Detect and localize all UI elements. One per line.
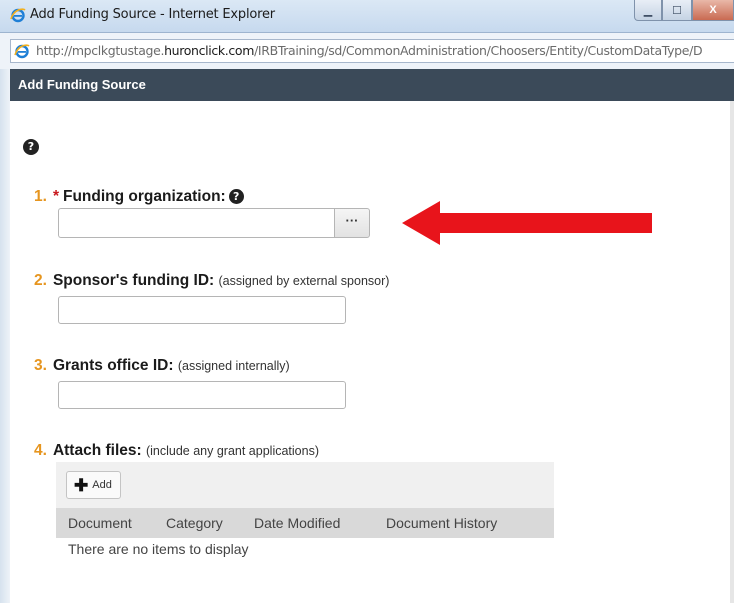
question-number: 2. <box>34 272 47 289</box>
question-sponsor-funding-id: 2. Sponsor's funding ID: (assigned by ext… <box>34 272 389 290</box>
dialog-title: Add Funding Source <box>18 77 146 92</box>
question-number: 4. <box>34 442 47 459</box>
question-note: (assigned by external sponsor) <box>218 274 390 288</box>
column-header-category[interactable]: Category <box>166 515 223 531</box>
url-domain: huronclick.com <box>164 43 255 58</box>
window-title-bar: Add Funding Source - Internet Explorer ▁… <box>0 0 734 33</box>
window-title: Add Funding Source - Internet Explorer <box>30 7 275 22</box>
add-label: Add <box>92 479 112 491</box>
question-label: Grants office ID: <box>52 357 174 374</box>
window-controls: ▁ ☐ X <box>634 0 734 22</box>
minimize-button[interactable]: ▁ <box>634 0 662 21</box>
url-field[interactable]: http://mpclkgtustage.huronclick.com/IRBT… <box>10 39 734 63</box>
scrollbar[interactable] <box>730 101 734 603</box>
window-left-edge <box>0 69 10 603</box>
dialog-header: Add Funding Source <box>10 69 734 101</box>
attachments-toolbar: ✚ Add <box>56 462 554 508</box>
funding-organization-input[interactable] <box>58 208 335 238</box>
help-icon[interactable]: ? <box>23 139 39 155</box>
help-icon[interactable]: ? <box>228 189 244 204</box>
attachments-table-header: Document Category Date Modified Document… <box>56 508 554 538</box>
address-bar: http://mpclkgtustage.huronclick.com/IRBT… <box>0 33 734 70</box>
question-number: 3. <box>34 357 47 374</box>
question-note: (include any grant applications) <box>145 444 319 458</box>
question-attach-files: 4. Attach files: (include any grant appli… <box>34 442 319 460</box>
question-number: 1. <box>34 188 47 205</box>
question-label: Funding organization: <box>62 188 226 205</box>
question-grants-office-id: 3. Grants office ID: (assigned internally… <box>34 357 290 375</box>
grants-office-id-input[interactable] <box>58 381 346 409</box>
sponsor-funding-id-input[interactable] <box>58 296 346 324</box>
question-note: (assigned internally) <box>177 359 290 373</box>
dialog-body: ? 1. * Funding organization:? ··· 2. Sponso… <box>10 101 730 603</box>
close-button[interactable]: X <box>692 0 734 21</box>
red-arrow-annotation <box>402 201 652 245</box>
url-prefix: http://mpclkgtustage. <box>36 43 165 58</box>
url-suffix: /IRBTraining/sd/CommonAdministration/Cho… <box>254 43 703 58</box>
url-text: http://mpclkgtustage.huronclick.com/IRBT… <box>36 43 703 58</box>
column-header-document-history[interactable]: Document History <box>386 515 497 531</box>
question-label: Attach files: <box>52 442 142 459</box>
question-funding-organization: 1. * Funding organization:? <box>34 188 244 206</box>
question-label: Sponsor's funding ID: <box>52 272 215 289</box>
attachments-empty-message: There are no items to display <box>68 541 249 557</box>
required-marker: * <box>52 188 59 205</box>
plus-icon: ✚ <box>74 475 89 495</box>
column-header-document[interactable]: Document <box>68 515 132 531</box>
column-header-date-modified[interactable]: Date Modified <box>254 515 340 531</box>
add-attachment-button[interactable]: ✚ Add <box>66 471 121 499</box>
maximize-button[interactable]: ☐ <box>662 0 692 21</box>
internet-explorer-icon <box>14 44 30 59</box>
funding-organization-chooser-button[interactable]: ··· <box>334 208 370 238</box>
internet-explorer-icon <box>10 8 26 23</box>
